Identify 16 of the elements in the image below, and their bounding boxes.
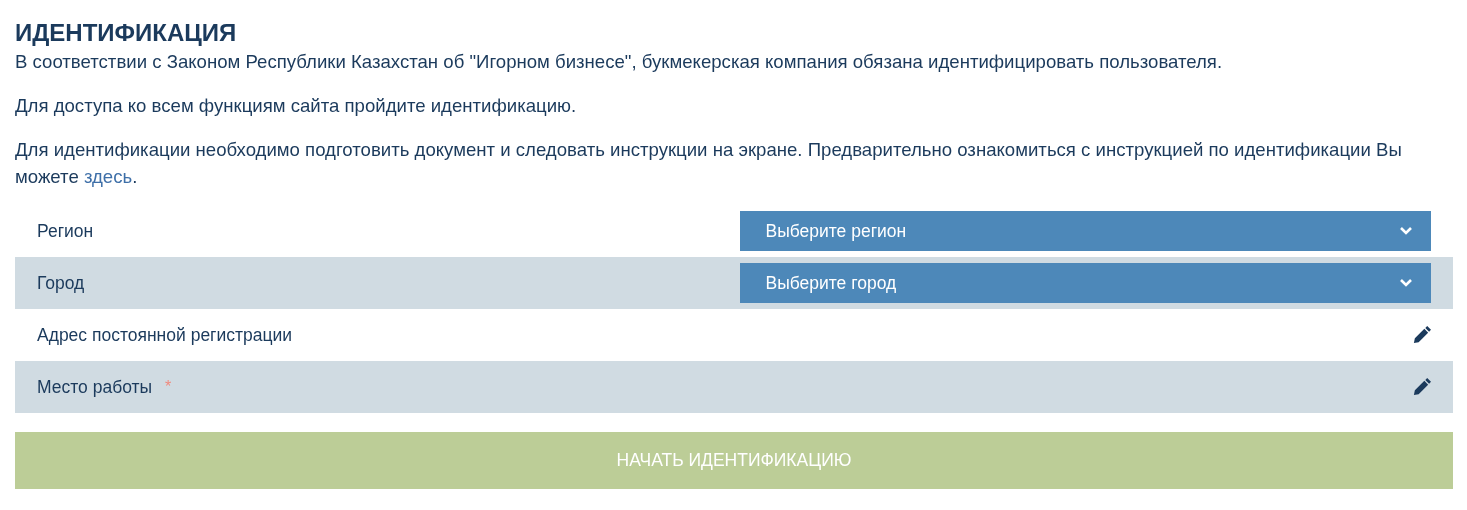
pencil-icon[interactable]: [1412, 377, 1431, 397]
required-mark: *: [165, 377, 172, 397]
paragraph: В соответствии с Законом Республики Казахстан об "Игорном бизнесе", букмекерская компания обязана идентифицировать пользователя.: [15, 50, 1224, 74]
pencil-icon[interactable]: [1412, 325, 1431, 345]
page-title: ИДЕНТИФИКАЦИЯ: [15, 18, 238, 48]
field-label: Место работы: [37, 375, 153, 399]
chevron-down-icon: [1399, 226, 1413, 236]
link[interactable]: здесь: [83, 166, 133, 187]
chevron-down-icon: [1399, 278, 1413, 288]
select-dropdown[interactable]: Выберите регион: [740, 211, 1431, 251]
paragraph: Для идентификации необходимо подготовить документ и следовать инструкции на экране. Предварительно ознакомиться с инструкцией по идентификации Вы можете здесь.: [15, 138, 1403, 189]
field-label: Регион: [37, 219, 94, 243]
field-label: Город: [37, 271, 85, 295]
select-dropdown[interactable]: Выберите город: [740, 263, 1431, 303]
field-label: Адрес постоянной регистрации: [37, 323, 293, 347]
paragraph: Для доступа ко всем функциям сайта пройдите идентификацию.: [15, 94, 578, 118]
